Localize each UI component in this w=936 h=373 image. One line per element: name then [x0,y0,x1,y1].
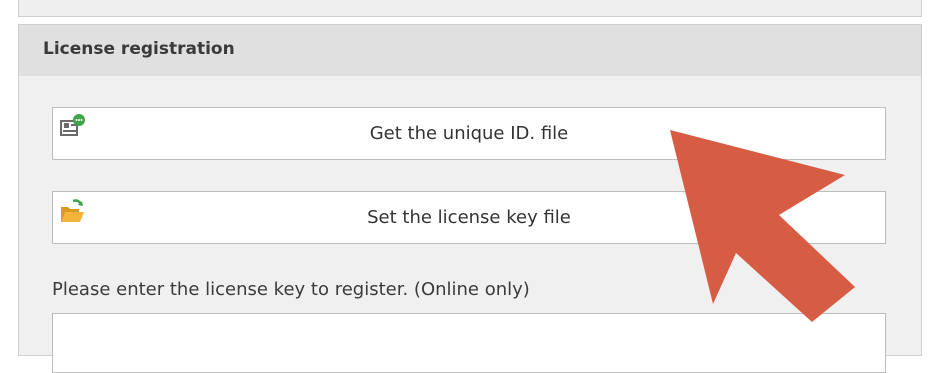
group-title: License registration [43,39,235,59]
license-registration-group: License registration Get the unique ID. … [18,24,922,373]
get-unique-id-button[interactable]: Get the unique ID. file [52,107,886,160]
license-key-input[interactable] [52,313,886,373]
get-unique-id-label: Get the unique ID. file [369,123,569,144]
set-license-key-label: Set the license key file [367,207,571,228]
previous-panel [18,0,922,17]
license-key-prompt: Please enter the license key to register… [52,279,530,300]
group-header: License registration [19,25,921,76]
set-license-key-button[interactable]: Set the license key file [52,191,886,244]
